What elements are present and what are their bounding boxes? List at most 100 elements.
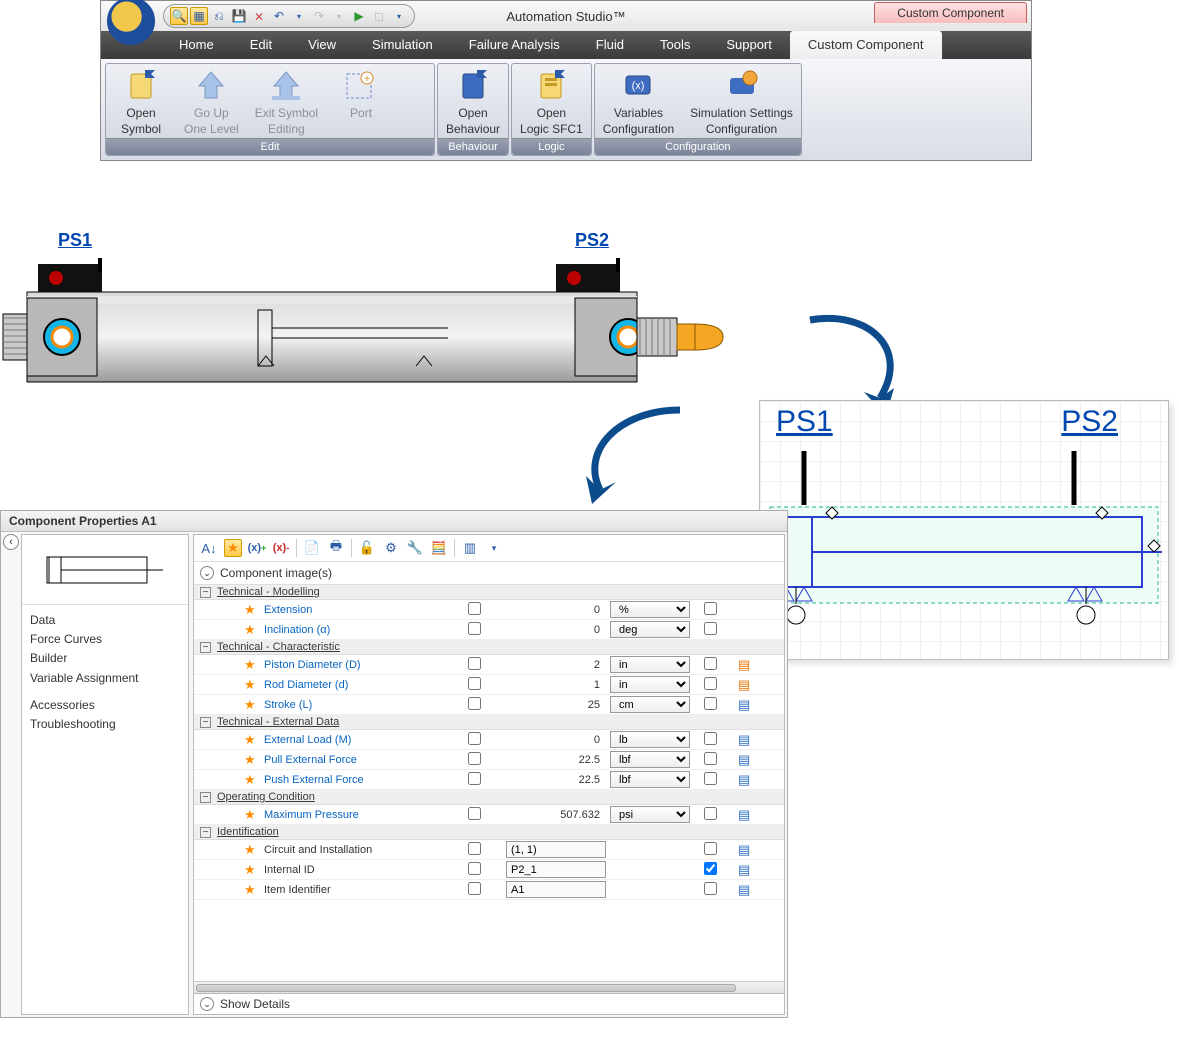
property-checkbox-2[interactable]	[704, 842, 717, 855]
property-text-input[interactable]	[506, 881, 606, 898]
minus-icon[interactable]: −	[200, 827, 211, 838]
star-icon[interactable]: ★	[244, 882, 260, 898]
unit-select[interactable]: %	[610, 601, 690, 618]
unit-select[interactable]: lbf	[610, 771, 690, 788]
ritem-sim-settings[interactable]: Simulation Settings Configuration	[682, 64, 801, 138]
menu-simulation[interactable]: Simulation	[354, 31, 451, 59]
qat-redo-dd[interactable]: ▾	[330, 7, 348, 25]
qat-btn-2[interactable]: ▦	[190, 7, 208, 25]
star-icon[interactable]: ★	[244, 862, 260, 878]
unit-select[interactable]: cm	[610, 696, 690, 713]
property-text-input[interactable]	[506, 841, 606, 858]
collapse-nav-icon[interactable]: ‹	[3, 534, 19, 550]
menu-fluid[interactable]: Fluid	[578, 31, 642, 59]
property-name[interactable]: Rod Diameter (d)	[264, 679, 464, 691]
property-checkbox[interactable]	[468, 657, 481, 670]
show-details-row[interactable]: ⌄ Show Details	[194, 993, 784, 1014]
property-value[interactable]: 1	[506, 679, 606, 691]
property-name[interactable]: External Load (M)	[264, 734, 464, 746]
star-icon[interactable]: ★	[244, 697, 260, 713]
sort-icon[interactable]: A↓	[200, 539, 218, 557]
remove-var-icon[interactable]: (x)-	[272, 539, 290, 557]
qat-redo-icon[interactable]: ↷	[310, 7, 328, 25]
nav-variable-assignment[interactable]: Variable Assignment	[30, 669, 180, 688]
qat-save-icon[interactable]: 💾	[230, 7, 248, 25]
nav-data[interactable]: Data	[30, 611, 180, 630]
menu-custom-component[interactable]: Custom Component	[790, 31, 942, 59]
property-action-icon[interactable]: ▤	[738, 862, 762, 878]
unit-select[interactable]: psi	[610, 806, 690, 823]
star-icon[interactable]: ★	[244, 752, 260, 768]
property-value[interactable]: 0	[506, 604, 606, 616]
unit-select[interactable]: lbf	[610, 751, 690, 768]
toolbar-more[interactable]: ▾	[485, 539, 503, 557]
property-checkbox-2[interactable]	[704, 697, 717, 710]
star-icon[interactable]: ★	[244, 772, 260, 788]
view-icon[interactable]: ▥	[461, 539, 479, 557]
property-checkbox-2[interactable]	[704, 602, 717, 615]
property-action-icon[interactable]: ▤	[738, 842, 762, 858]
property-action-icon[interactable]: ▤	[738, 807, 762, 823]
property-group-header[interactable]: −Identification	[194, 825, 784, 840]
property-checkbox[interactable]	[468, 862, 481, 875]
property-checkbox-2[interactable]	[704, 732, 717, 745]
unit-select[interactable]: lb	[610, 731, 690, 748]
property-checkbox[interactable]	[468, 622, 481, 635]
property-checkbox-2[interactable]	[704, 677, 717, 690]
tool1-icon[interactable]: ⚙	[382, 539, 400, 557]
property-checkbox[interactable]	[468, 732, 481, 745]
property-name[interactable]: Stroke (L)	[264, 699, 464, 711]
qat-close-icon[interactable]: ⨯	[250, 7, 268, 25]
ritem-variables-config[interactable]: (x) Variables Configuration	[595, 64, 682, 138]
star-filter-icon[interactable]: ★	[224, 539, 242, 557]
property-action-icon[interactable]: ▤	[738, 657, 762, 673]
qat-undo-icon[interactable]: ↶	[270, 7, 288, 25]
menu-edit[interactable]: Edit	[232, 31, 290, 59]
property-name[interactable]: Pull External Force	[264, 754, 464, 766]
minus-icon[interactable]: −	[200, 792, 211, 803]
ritem-open-behaviour[interactable]: Open Behaviour	[438, 64, 508, 138]
property-checkbox-2[interactable]	[704, 752, 717, 765]
property-value[interactable]: 22.5	[506, 754, 606, 766]
property-value[interactable]: 25	[506, 699, 606, 711]
calc-icon[interactable]: 🧮	[430, 539, 448, 557]
property-action-icon[interactable]: ▤	[738, 752, 762, 768]
qat-play-icon[interactable]: ▶	[350, 7, 368, 25]
nav-troubleshooting[interactable]: Troubleshooting	[30, 715, 180, 734]
property-checkbox[interactable]	[468, 842, 481, 855]
qat-btn-1[interactable]: 🔍	[170, 7, 188, 25]
copy-icon[interactable]: 📄	[303, 539, 321, 557]
unit-select[interactable]: in	[610, 656, 690, 673]
property-value[interactable]: 507.632	[506, 809, 606, 821]
star-icon[interactable]: ★	[244, 807, 260, 823]
nav-accessories[interactable]: Accessories	[30, 696, 180, 715]
schematic-canvas[interactable]: PS1 PS2	[759, 400, 1169, 660]
menu-view[interactable]: View	[290, 31, 354, 59]
property-checkbox-2[interactable]	[704, 882, 717, 895]
chevron-down-icon[interactable]: ⌄	[200, 566, 214, 580]
property-value[interactable]: 0	[506, 734, 606, 746]
property-action-icon[interactable]: ▤	[738, 697, 762, 713]
lock-icon[interactable]: 🔓	[358, 539, 376, 557]
property-checkbox[interactable]	[468, 882, 481, 895]
property-name[interactable]: Push External Force	[264, 774, 464, 786]
property-group-header[interactable]: −Technical - Modelling	[194, 585, 784, 600]
minus-icon[interactable]: −	[200, 587, 211, 598]
property-value[interactable]: 22.5	[506, 774, 606, 786]
tool2-icon[interactable]: 🔧	[406, 539, 424, 557]
nav-force-curves[interactable]: Force Curves	[30, 630, 180, 649]
star-icon[interactable]: ★	[244, 842, 260, 858]
unit-select[interactable]: deg	[610, 621, 690, 638]
property-checkbox[interactable]	[468, 697, 481, 710]
property-value[interactable]: 2	[506, 659, 606, 671]
star-icon[interactable]: ★	[244, 602, 260, 618]
qat-undo-dd[interactable]: ▾	[290, 7, 308, 25]
minus-icon[interactable]: −	[200, 717, 211, 728]
horizontal-scrollbar[interactable]	[194, 981, 784, 993]
property-value[interactable]: 0	[506, 624, 606, 636]
property-group-header[interactable]: −Technical - Characteristic	[194, 640, 784, 655]
component-images-row[interactable]: ⌄ Component image(s)	[194, 562, 784, 585]
property-name[interactable]: Inclination (α)	[264, 624, 464, 636]
unit-select[interactable]: in	[610, 676, 690, 693]
property-name[interactable]: Maximum Pressure	[264, 809, 464, 821]
